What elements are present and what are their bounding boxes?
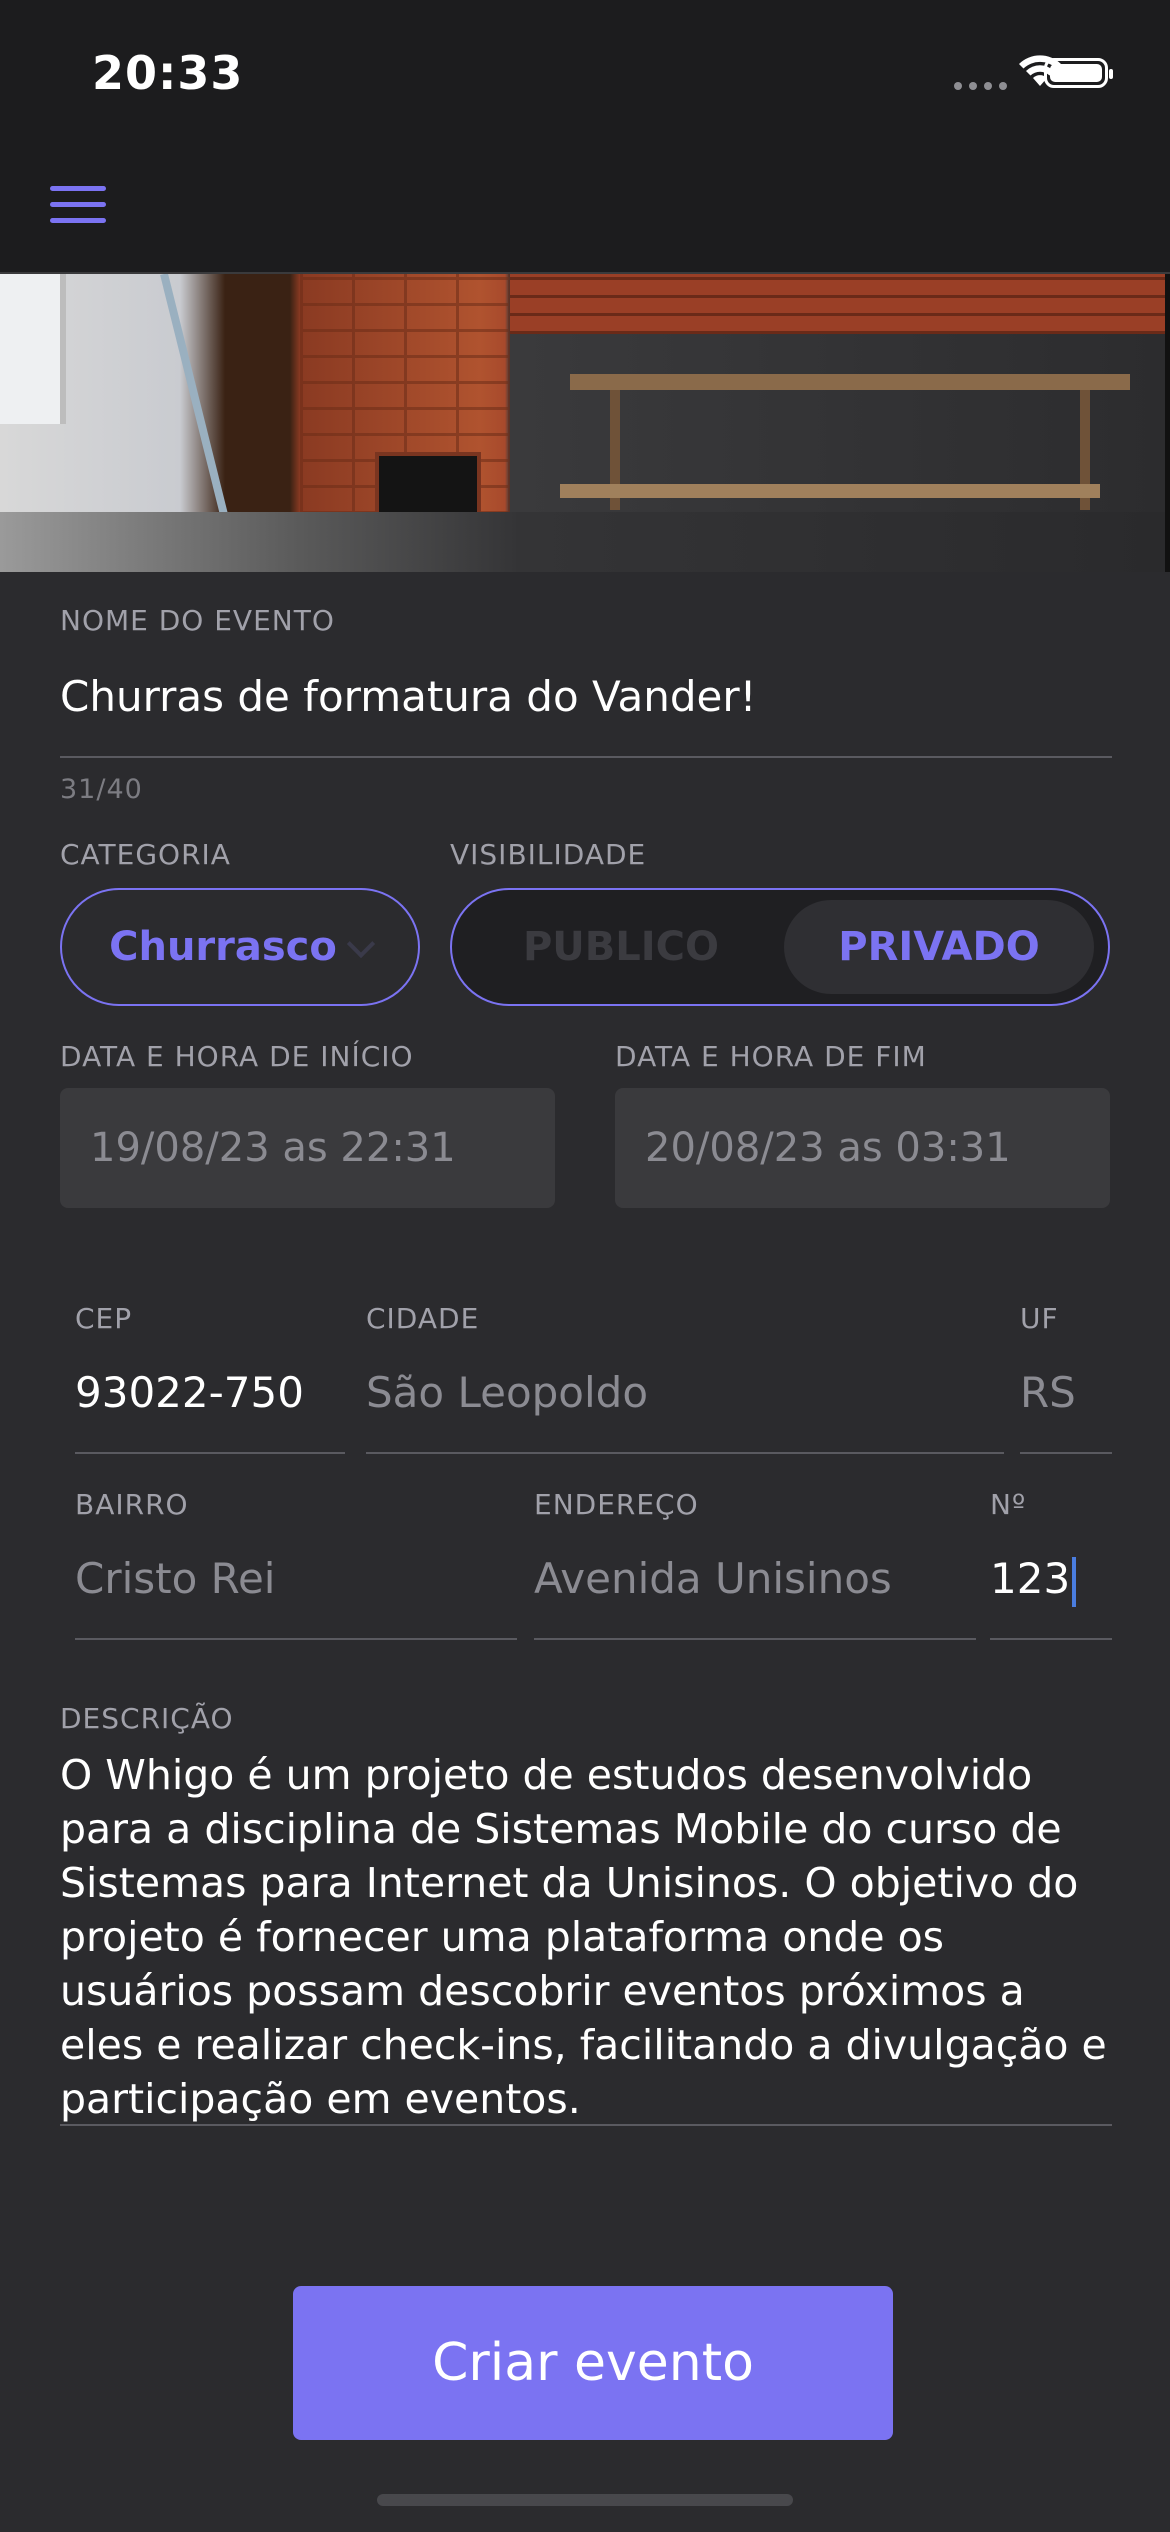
- cellular-signal-icon: [954, 82, 1007, 90]
- address-underline: [534, 1638, 976, 1640]
- visibility-option-private[interactable]: PRIVADO: [784, 900, 1094, 994]
- neighborhood-input[interactable]: Cristo Rei: [75, 1554, 275, 1603]
- category-label: CATEGORIA: [60, 838, 231, 871]
- city-label: CIDADE: [366, 1302, 480, 1335]
- event-name-input[interactable]: Churras de formatura do Vander!: [60, 672, 756, 721]
- end-datetime-label: DATA E HORA DE FIM: [615, 1040, 927, 1073]
- uf-input[interactable]: RS: [1020, 1368, 1076, 1417]
- neighborhood-label: BAIRRO: [75, 1488, 189, 1521]
- city-underline: [366, 1452, 1004, 1454]
- uf-underline: [1020, 1452, 1112, 1454]
- number-value: 123: [990, 1554, 1071, 1603]
- cep-input[interactable]: 93022-750: [75, 1368, 304, 1417]
- event-name-counter: 31/40: [60, 774, 143, 805]
- number-input[interactable]: 123: [990, 1554, 1077, 1607]
- battery-icon: [1044, 58, 1113, 88]
- number-label: Nº: [990, 1488, 1027, 1521]
- event-name-underline: [60, 756, 1112, 758]
- category-selected-value: Churrasco: [109, 924, 337, 970]
- category-select[interactable]: Churrasco: [60, 888, 420, 1006]
- event-name-label: NOME DO EVENTO: [60, 604, 335, 637]
- uf-label: UF: [1020, 1302, 1059, 1335]
- end-datetime-picker[interactable]: 20/08/23 as 03:31: [615, 1088, 1110, 1208]
- hamburger-menu-icon[interactable]: [50, 186, 106, 226]
- top-bar: 20:33: [0, 0, 1170, 274]
- chevron-down-icon: [346, 929, 376, 959]
- number-underline: [990, 1638, 1112, 1640]
- description-label: DESCRIÇÃO: [60, 1702, 234, 1735]
- address-label: ENDEREÇO: [534, 1488, 699, 1521]
- visibility-option-public[interactable]: PUBLICO: [466, 900, 776, 994]
- cep-label: CEP: [75, 1302, 133, 1335]
- address-input[interactable]: Avenida Unisinos: [534, 1554, 892, 1603]
- start-datetime-picker[interactable]: 19/08/23 as 22:31: [60, 1088, 555, 1208]
- home-indicator: [377, 2494, 793, 2506]
- description-textarea[interactable]: O Whigo é um projeto de estudos desenvol…: [60, 1748, 1112, 2126]
- neighborhood-underline: [75, 1638, 517, 1640]
- status-time: 20:33: [92, 46, 244, 100]
- city-input[interactable]: São Leopoldo: [366, 1368, 648, 1417]
- cep-underline: [75, 1452, 345, 1454]
- start-datetime-label: DATA E HORA DE INÍCIO: [60, 1040, 414, 1073]
- description-underline: [60, 2124, 1112, 2126]
- visibility-toggle[interactable]: PUBLICO PRIVADO: [450, 888, 1110, 1006]
- event-cover-image: [0, 274, 1170, 572]
- text-cursor: [1072, 1556, 1077, 1607]
- create-event-button[interactable]: Criar evento: [293, 2286, 893, 2440]
- visibility-label: VISIBILIDADE: [450, 838, 647, 871]
